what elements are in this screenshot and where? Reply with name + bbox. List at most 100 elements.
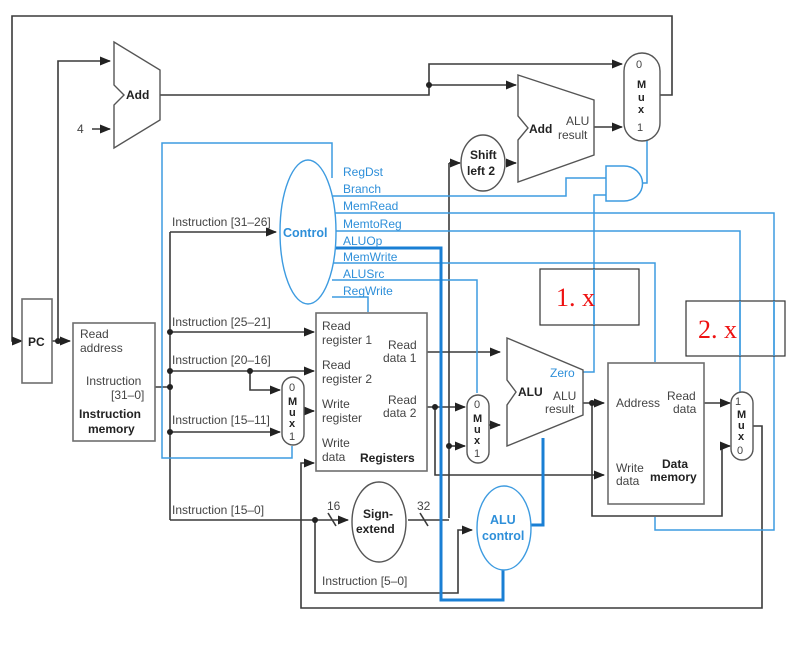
mux-in-1: 1 <box>637 122 643 134</box>
mux-in-1: 1 <box>735 396 741 408</box>
field-rt: Instruction [20–16] <box>172 353 271 367</box>
wire-rt-to-mux <box>249 371 282 395</box>
imem-instruction-2: [31–0] <box>111 388 144 402</box>
reg-write-register-a: Write <box>322 397 350 411</box>
mux-in-0: 0 <box>737 445 743 457</box>
mux-in-0: 0 <box>636 59 642 71</box>
alu-zero: Zero <box>550 366 575 380</box>
branch-adder-label: Add <box>529 122 552 136</box>
junction <box>167 368 173 374</box>
reg-write-register-b: register <box>322 411 362 425</box>
alu-control-label-2: control <box>482 529 524 543</box>
field-imm: Instruction [15–0] <box>172 503 264 517</box>
control-unit: Control <box>279 159 337 305</box>
annotation-2: 2. x <box>685 300 786 357</box>
field-funct: Instruction [5–0] <box>322 574 407 588</box>
alu: ALU Zero ALU result <box>506 336 584 448</box>
annotation-2-text: 2. x <box>698 315 737 344</box>
mux-in-0: 0 <box>474 399 480 411</box>
data-memory: Address Read data Write data Data memory <box>607 362 705 505</box>
reg-read-register-2a: Read <box>322 358 351 372</box>
annotation-1: 1. x <box>539 268 640 326</box>
register-file: Read register 1 Read register 2 Write re… <box>315 312 428 472</box>
reg-write-data-b: data <box>322 450 346 464</box>
mux-in-1: 1 <box>289 431 295 443</box>
sign-extend-label-1: Sign- <box>363 507 393 521</box>
bits-out: 32 <box>417 499 431 513</box>
reg-read-data-2a: Read <box>388 393 417 407</box>
sign-extend: Sign- extend 16 32 <box>327 481 431 563</box>
mux-u: u <box>638 92 645 104</box>
alu-control-shape <box>476 485 532 571</box>
junction <box>432 404 438 410</box>
imem-name-2: memory <box>88 422 135 436</box>
junction <box>312 517 318 523</box>
branch-adder-result-1: ALU <box>566 114 589 128</box>
mux-x: x <box>289 418 296 430</box>
control-label: Control <box>283 226 327 240</box>
field-rd: Instruction [15–11] <box>172 413 270 427</box>
wire-pc-to-add <box>57 56 112 341</box>
signal-branch: Branch <box>343 182 381 196</box>
dmem-read-data-2: data <box>673 402 697 416</box>
wire-alu-control-out <box>530 438 545 527</box>
shift-label-1: Shift <box>470 148 497 162</box>
bits-in: 16 <box>327 499 341 513</box>
field-op: Instruction [31–26] <box>172 215 271 229</box>
signal-memwrite: MemWrite <box>343 250 398 264</box>
sign-extend-label-2: extend <box>356 522 395 536</box>
dmem-write-data-1: Write <box>616 461 644 475</box>
registers-name: Registers <box>360 451 415 465</box>
mux-x: x <box>638 104 645 116</box>
instruction-memory: Read address Instruction [31–0] Instruct… <box>72 322 156 442</box>
reg-read-register-1b: register 1 <box>322 333 372 347</box>
imem-name-1: Instruction <box>79 407 141 421</box>
alusrc-mux: 0 M u x 1 <box>466 394 490 464</box>
branch-adder: Add ALU result <box>517 74 595 183</box>
alu-label: ALU <box>518 385 543 399</box>
pc-label: PC <box>28 335 45 349</box>
shift-left-2: Shift left 2 <box>460 134 506 192</box>
junction <box>247 368 253 374</box>
dmem-write-data-2: data <box>616 474 640 488</box>
const-four: 4 <box>77 122 84 136</box>
reg-write-data-a: Write <box>322 436 350 450</box>
datapath-diagram: PC Add 4 Add ALU result Shift left 2 0 M… <box>11 15 786 609</box>
memtoreg-mux: 1 M u x 0 <box>730 391 754 461</box>
junction <box>589 400 595 406</box>
alu-control: ALU control <box>476 485 532 571</box>
junction <box>167 384 173 390</box>
wire-regwrite <box>332 296 369 312</box>
reg-read-data-2b: data 2 <box>383 406 417 420</box>
annotation-1-text: 1. x <box>556 283 595 312</box>
shift-left-2-shape <box>460 134 506 192</box>
dmem-name-2: memory <box>650 470 697 484</box>
mux-in-0: 0 <box>289 382 295 394</box>
reg-read-register-2b: register 2 <box>322 372 372 386</box>
pc-source-mux: 0 M u x 1 <box>623 52 661 142</box>
mux-in-1: 1 <box>474 448 480 460</box>
pc-adder: Add 4 <box>77 40 161 150</box>
mux-x: x <box>474 435 481 447</box>
mux-m: M <box>637 79 646 91</box>
signal-regdst: RegDst <box>343 165 384 179</box>
reg-read-data-1a: Read <box>388 338 417 352</box>
and-gate <box>605 165 644 202</box>
alu-result-1: ALU <box>553 389 576 403</box>
mux-x: x <box>738 431 745 443</box>
dmem-read-data-1: Read <box>667 389 696 403</box>
signal-memread: MemRead <box>343 199 398 213</box>
dmem-address: Address <box>616 396 660 410</box>
regdst-mux: 0 M u x 1 <box>281 376 305 446</box>
pc-adder-label: Add <box>126 88 149 102</box>
signal-alusrc: ALUSrc <box>343 267 384 281</box>
imem-read-address-2: address <box>80 341 123 355</box>
imem-instruction-1: Instruction <box>86 374 141 388</box>
junction <box>167 429 173 435</box>
imem-read-address-1: Read <box>80 327 109 341</box>
signal-memtoreg: MemtoReg <box>343 217 402 231</box>
reg-read-data-1b: data 1 <box>383 351 417 365</box>
field-rs: Instruction [25–21] <box>172 315 271 329</box>
alu-result-2: result <box>545 402 575 416</box>
signal-aluop: ALUOp <box>343 234 383 248</box>
